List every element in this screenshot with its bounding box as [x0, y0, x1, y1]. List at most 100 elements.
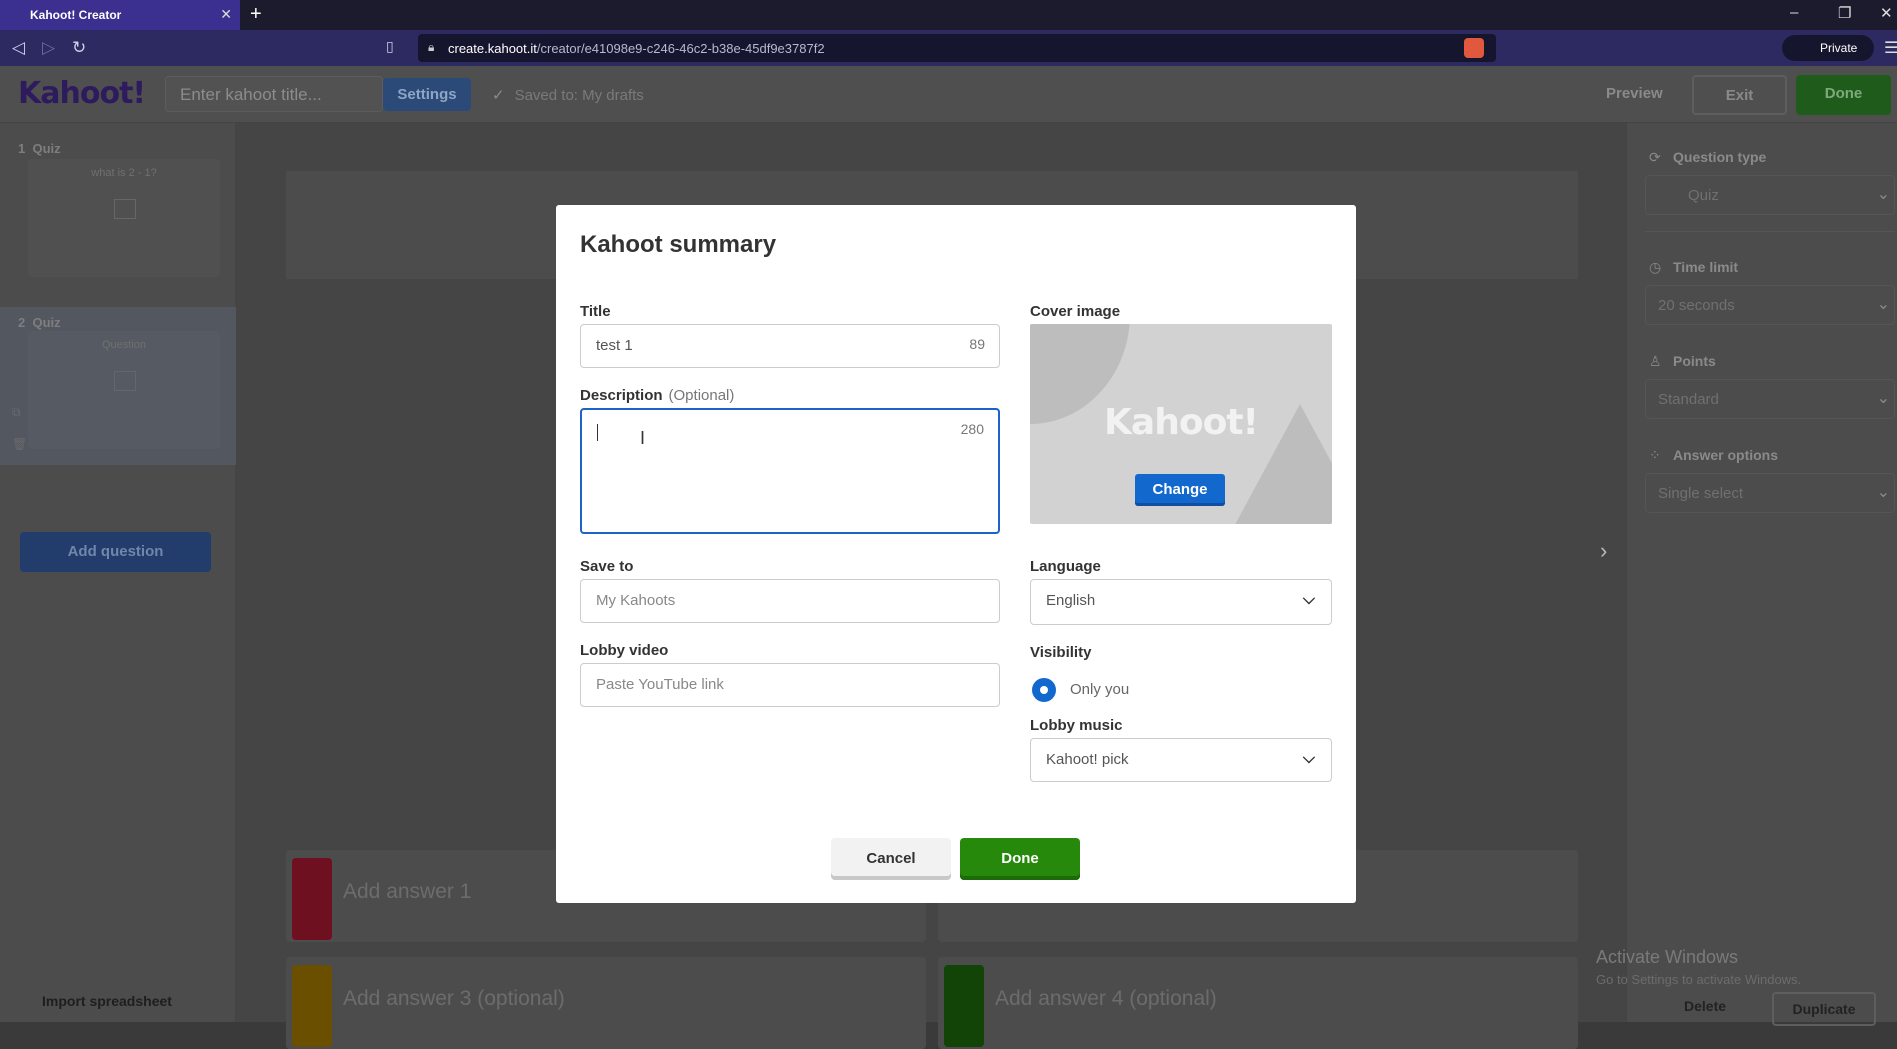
kahoot-title-input[interactable]: Enter kahoot title... — [165, 76, 383, 112]
close-window-icon[interactable]: ✕ — [1880, 4, 1893, 22]
import-spreadsheet-button[interactable]: Import spreadsheet — [42, 993, 172, 1009]
reload-icon[interactable]: ↻ — [72, 38, 86, 58]
app-header: Kahoot! Enter kahoot title... Settings ✓… — [0, 66, 1897, 123]
url-field[interactable]: 🔒︎ create.kahoot.it/creator/e41098e9-c24… — [418, 34, 1496, 62]
chevron-down-icon: ⌄ — [1876, 390, 1890, 407]
answer-1-text: Add answer 1 — [343, 880, 472, 903]
save-to-field[interactable]: My Kahoots — [580, 579, 1000, 623]
add-question-button[interactable]: Add question — [20, 532, 211, 572]
cover-kahoot-logo: Kahoot! — [1104, 402, 1259, 443]
activate-windows-subtitle: Go to Settings to activate Windows. — [1596, 972, 1802, 987]
question-2-label[interactable]: 2 Quiz — [18, 315, 61, 330]
delete-button[interactable]: Delete — [1684, 998, 1726, 1014]
points-select[interactable]: Standard ⌄ — [1645, 379, 1895, 419]
dialog-title: Kahoot summary — [580, 231, 777, 258]
title-input[interactable]: test 1 89 — [580, 324, 1000, 368]
duplicate-question-icon[interactable]: ⧉ — [12, 405, 21, 420]
preview-button[interactable]: Preview — [1606, 85, 1663, 102]
question-type-select[interactable]: Quiz ⌄ — [1645, 175, 1895, 215]
duplicate-button[interactable]: Duplicate — [1772, 992, 1876, 1026]
browser-tab[interactable]: Kahoot! Creator ✕ — [0, 0, 240, 30]
chevron-right-icon[interactable]: › — [1600, 538, 1607, 564]
brave-shield-icon[interactable] — [1464, 38, 1484, 58]
delete-question-icon[interactable]: 🗑︎ — [12, 437, 27, 451]
answer-4[interactable]: Add answer 4 (optional) — [938, 957, 1578, 1049]
forward-icon[interactable]: ▷ — [42, 38, 55, 58]
radio-selected-dot — [1040, 686, 1048, 694]
answer-3-text: Add answer 3 (optional) — [343, 987, 565, 1010]
saved-status: ✓ Saved to: My drafts — [492, 86, 644, 104]
menu-icon[interactable]: ☰ — [1884, 38, 1897, 58]
title-char-counter: 89 — [969, 336, 985, 352]
question-type-value: Quiz — [1688, 187, 1719, 204]
clock-icon: ◷ — [1649, 259, 1662, 275]
question-1-label[interactable]: 1 Quiz — [18, 141, 61, 156]
visibility-option-label[interactable]: Only you — [1070, 681, 1129, 698]
time-limit-value: 20 seconds — [1658, 297, 1735, 314]
question-1-text: what is 2 - 1? — [91, 167, 157, 179]
language-value: English — [1046, 592, 1096, 609]
triangle-icon — [292, 858, 332, 940]
exit-button[interactable]: Exit — [1692, 75, 1787, 115]
language-label: Language — [1030, 558, 1101, 575]
visibility-label: Visibility — [1030, 644, 1092, 661]
question-list-sidebar: 1 Quiz what is 2 - 1? 2 Quiz Question ⧉ … — [0, 123, 236, 1022]
bookmark-icon[interactable]: ▯ — [386, 38, 394, 55]
browser-addressbar: ◁ ▷ ↻ ▯ 🔒︎ create.kahoot.it/creator/e410… — [0, 30, 1897, 66]
cover-image: Kahoot! Change — [1030, 324, 1332, 524]
saved-status-text: Saved to: My drafts — [514, 87, 644, 104]
restore-icon[interactable]: ❐ — [1838, 4, 1851, 22]
url-path: /creator/e41098e9-c246-46c2-b38e-45df9e3… — [536, 41, 825, 56]
cover-image-label: Cover image — [1030, 303, 1121, 320]
new-tab-icon[interactable]: + — [250, 3, 262, 26]
lobby-video-input[interactable]: Paste YouTube link — [580, 663, 1000, 707]
description-label: Description (Optional) — [580, 387, 735, 404]
back-icon[interactable]: ◁ — [12, 38, 25, 58]
points-value: Standard — [1658, 391, 1719, 408]
lock-icon: 🔒︎ — [428, 40, 435, 54]
circle-icon — [292, 965, 332, 1047]
title-label: Title — [580, 303, 611, 320]
browser-tabbar: Kahoot! Creator ✕ + – ❐ ✕ — [0, 0, 1897, 30]
close-tab-icon[interactable]: ✕ — [220, 6, 232, 23]
done-button[interactable]: Done — [960, 838, 1080, 880]
points-label: Points — [1673, 353, 1716, 369]
lobby-video-label: Lobby video — [580, 642, 669, 659]
lobby-music-select[interactable]: Kahoot! pick ⌵ — [1030, 738, 1332, 782]
settings-button[interactable]: Settings — [383, 78, 471, 111]
answer-options-value: Single select — [1658, 485, 1744, 502]
question-2-thumbnail[interactable]: Question — [28, 331, 220, 449]
answer-3[interactable]: Add answer 3 (optional) — [286, 957, 926, 1049]
image-placeholder-icon — [114, 199, 136, 219]
lobby-video-placeholder: Paste YouTube link — [596, 676, 724, 693]
question-2-text: Question — [101, 339, 147, 351]
chevron-down-icon: ⌵ — [1302, 750, 1315, 767]
time-limit-select[interactable]: 20 seconds ⌄ — [1645, 285, 1895, 325]
language-select[interactable]: English ⌵ — [1030, 579, 1332, 625]
answer-options-icon: ⁘ — [1649, 447, 1661, 463]
kahoot-summary-dialog: Kahoot summary Title test 1 89 Descripti… — [556, 205, 1356, 903]
private-label: Private — [1820, 41, 1858, 55]
chevron-down-icon: ⌄ — [1876, 186, 1890, 203]
chevron-down-icon: ⌄ — [1876, 484, 1890, 501]
chevron-down-icon: ⌵ — [1302, 591, 1315, 608]
answer-options-label: Answer options — [1673, 447, 1779, 463]
header-done-button[interactable]: Done — [1796, 75, 1891, 115]
kahoot-logo[interactable]: Kahoot! — [18, 76, 146, 111]
answer-options-select[interactable]: Single select ⌄ — [1645, 473, 1895, 513]
visibility-only-you-radio[interactable] — [1032, 678, 1056, 702]
answer-4-text: Add answer 4 (optional) — [995, 987, 1217, 1010]
question-1-thumbnail[interactable]: what is 2 - 1? — [28, 159, 220, 277]
private-badge[interactable]: Private — [1782, 35, 1874, 61]
points-icon: ♙ — [1649, 353, 1662, 369]
description-char-counter: 280 — [960, 421, 984, 437]
title-value: test 1 — [596, 337, 633, 354]
ibeam-cursor-icon: I — [640, 428, 646, 448]
time-limit-label: Time limit — [1673, 259, 1739, 275]
divider — [1645, 231, 1895, 232]
cancel-button[interactable]: Cancel — [831, 838, 951, 880]
lobby-music-label: Lobby music — [1030, 717, 1123, 734]
description-textarea[interactable]: I 280 — [580, 408, 1000, 534]
minimize-icon[interactable]: – — [1790, 4, 1798, 21]
change-cover-button[interactable]: Change — [1135, 474, 1225, 506]
